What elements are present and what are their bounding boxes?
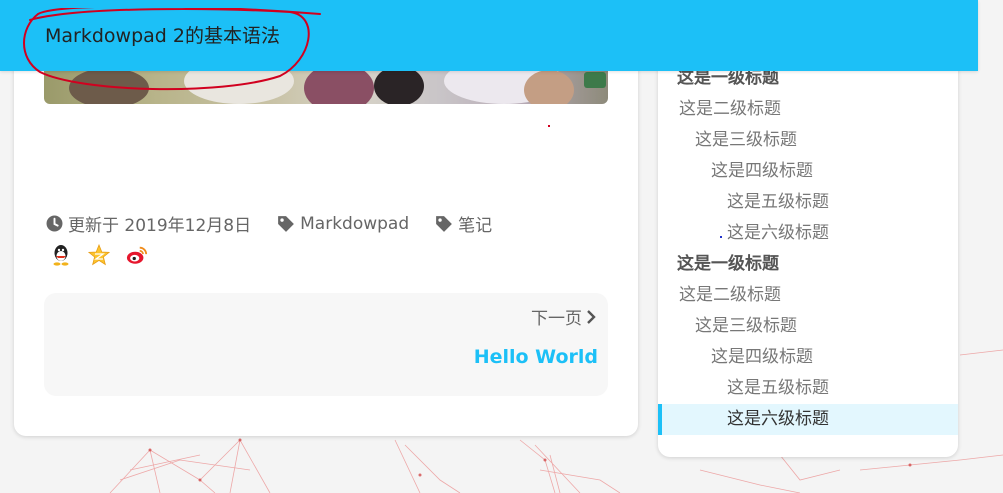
toc-item[interactable]: 这是三级标题 <box>658 125 958 156</box>
toc-item-label: 这是五级标题 <box>727 378 829 398</box>
qzone-icon[interactable] <box>88 244 110 266</box>
toc-item[interactable]: 这是二级标题 <box>658 280 958 311</box>
chevron-right-icon <box>587 309 596 324</box>
weibo-icon[interactable] <box>126 244 148 266</box>
toc-item-label: 这是四级标题 <box>711 347 813 367</box>
post-updated: 更新于 2019年12月8日 <box>46 211 251 236</box>
toc-item[interactable]: 这是四级标题 <box>658 342 958 373</box>
tag-icon <box>436 215 453 232</box>
share-buttons <box>50 244 164 266</box>
top-header-bar: Markdowpad 2的基本语法 <box>0 0 978 71</box>
toc-item-label: 这是一级标题 <box>677 254 779 274</box>
toc-item[interactable]: 这是三级标题 <box>658 311 958 342</box>
tag-icon <box>278 215 294 232</box>
page-title[interactable]: Markdowpad 2的基本语法 <box>45 21 280 48</box>
toc-item-label: 这是三级标题 <box>695 130 797 150</box>
toc-item[interactable]: 这是六级标题 <box>658 218 958 249</box>
next-post-title[interactable]: Hello World <box>474 346 598 368</box>
toc-item[interactable]: 这是五级标题 <box>658 373 958 404</box>
toc-item-label: 这是四级标题 <box>711 161 813 181</box>
toc-item[interactable]: 这是六级标题 <box>658 404 958 435</box>
toc-item[interactable]: 这是一级标题 <box>658 249 958 280</box>
next-page-link[interactable]: 下一页 <box>531 304 596 329</box>
post-updated-text: 更新于 2019年12月8日 <box>68 216 252 236</box>
toc-item-label: 这是二级标题 <box>679 285 781 305</box>
toc-item[interactable]: 这是五级标题 <box>658 187 958 218</box>
clock-icon <box>46 215 63 232</box>
toc-item-label: 这是六级标题 <box>727 409 829 429</box>
toc-item-label: 这是二级标题 <box>679 99 781 119</box>
table-of-contents: 这是一级标题 这是二级标题 这是三级标题 这是四级标题 这是五级标题 这是六级标题 这是一级… <box>658 40 958 457</box>
toc-item-label: 这是三级标题 <box>695 316 797 336</box>
toc-item[interactable]: 这是二级标题 <box>658 94 958 125</box>
post-meta: 更新于 2019年12月8日 Markdowpad 笔记 <box>46 211 518 236</box>
toc-item-label: 这是六级标题 <box>727 223 829 243</box>
next-page-label: 下一页 <box>531 309 582 329</box>
toc-item-label: 这是五级标题 <box>727 192 829 212</box>
annotation-dot <box>548 125 550 127</box>
annotation-dot <box>720 236 722 238</box>
post-tag[interactable]: 笔记 <box>435 211 492 236</box>
post-category-link[interactable]: Markdowpad <box>300 214 409 234</box>
post-category[interactable]: Markdowpad <box>277 214 409 234</box>
toc-item[interactable]: 这是四级标题 <box>658 156 958 187</box>
qq-icon[interactable] <box>50 244 72 266</box>
post-pager: 下一页 Hello World <box>44 293 608 396</box>
post-tag-link[interactable]: 笔记 <box>458 211 492 236</box>
toc-item-label: 这是一级标题 <box>677 68 779 88</box>
